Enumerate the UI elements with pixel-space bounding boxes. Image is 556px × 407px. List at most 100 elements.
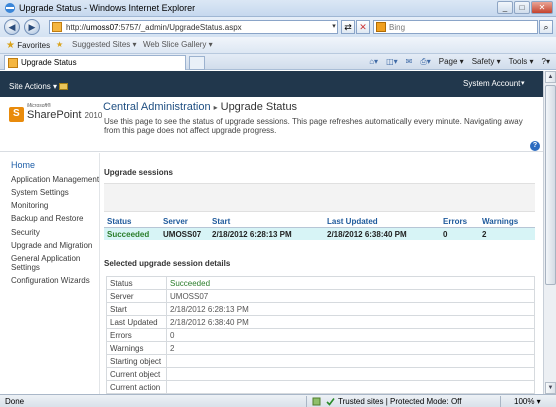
scroll-up-icon[interactable]: ▲ [545,71,556,83]
nav-item-upgrade-migration[interactable]: Upgrade and Migration [11,241,92,250]
nav-item-backup-restore[interactable]: Backup and Restore [11,214,84,223]
detail-row: Starting object [106,354,535,368]
detail-row: Status Succeeded [106,276,535,290]
suggested-sites-link[interactable]: Suggested Sites ▾ [72,40,137,49]
page-menu[interactable]: Page ▾ [439,57,464,67]
detail-key: Current action [106,380,167,394]
favorites-button[interactable]: ★ Favorites [6,40,50,51]
internet-explorer-icon [5,3,15,13]
status-bar: Done Trusted sites | Protected Mode: Off… [0,394,556,407]
detail-key: Current object [106,367,167,381]
favorites-bar: ★ Favorites ★ Suggested Sites ▾ Web Slic… [0,37,556,54]
column-header-last-updated: Last Updated [327,217,378,226]
detail-key: Starting object [106,354,167,368]
status-divider [500,396,501,407]
nav-item-system-settings[interactable]: System Settings [11,188,69,197]
column-header-errors: Errors [443,217,468,226]
close-button[interactable]: ✕ [531,1,553,14]
compatibility-view-icon[interactable]: ⇄ [341,20,355,34]
detail-row: Errors 0 [106,328,535,342]
tab-bar: Upgrade Status ⌂▾ ◫▾ ✉ ⎙▾ Page ▾ Safety … [0,54,556,70]
breadcrumb-central-admin[interactable]: Central Administration [103,101,211,113]
detail-row: Server UMOSS07 [106,289,535,303]
stop-icon[interactable]: ✕ [356,20,370,34]
scroll-down-icon[interactable]: ▼ [545,382,556,394]
session-details-panel: Status Succeeded Server UMOSS07 Start 2/18/… [104,274,537,394]
tools-menu[interactable]: Tools ▾ [509,57,534,67]
window-controls: _ □ ✕ [497,1,553,14]
back-arrow-icon[interactable]: ◀ [4,19,20,35]
forward-arrow-icon[interactable]: ▶ [24,19,40,35]
address-url: http://umoss07:5757/_admin/UpgradeStatus… [66,23,242,32]
session-last-updated: 2/18/2012 6:38:40 PM [327,230,407,239]
nav-item-application-management[interactable]: Application Management [11,175,99,184]
mail-icon[interactable]: ✉ [406,57,413,67]
security-zone-label[interactable]: Trusted sites | Protected Mode: Off [338,397,461,406]
column-header-server: Server [163,217,188,226]
print-icon[interactable]: ⎙▾ [420,57,430,67]
tab-upgrade-status[interactable]: Upgrade Status [4,55,186,70]
search-input[interactable]: Bing [373,20,538,34]
trusted-check-icon [326,398,335,406]
detail-key: Errors [106,328,167,342]
detail-value: UMOSS07 [166,289,535,303]
address-toolbar: ◀ ▶ http://umoss07:5757/_admin/UpgradeSt… [0,17,556,37]
search-icon[interactable]: ⌕ [539,20,553,34]
detail-key: Server [106,289,167,303]
column-header-warnings: Warnings [482,217,519,226]
tab-label: Upgrade Status [21,58,77,67]
session-warnings: 2 [482,230,487,239]
vertical-scrollbar[interactable]: ▲ ▼ [543,71,556,394]
nav-item-general-application-settings[interactable]: General Application Settings [11,254,96,272]
nav-item-security[interactable]: Security [11,228,40,237]
minimize-button[interactable]: _ [497,1,513,14]
safety-menu[interactable]: Safety ▾ [472,57,501,67]
tab-favicon-icon [8,58,18,68]
help-menu[interactable]: ?▾ [542,57,550,67]
session-details-heading: Selected upgrade session details [104,259,231,268]
site-actions-menu[interactable]: Site Actions ▾ [9,82,57,91]
favorites-star-icon: ★ [6,40,15,51]
session-server: UMOSS07 [163,230,202,239]
page-title: Upgrade Status [220,101,298,113]
detail-value [166,354,535,368]
maximize-button[interactable]: □ [514,1,530,14]
address-dropdown-icon[interactable]: ▾ [329,20,339,34]
detail-value [166,380,535,394]
session-start: 2/18/2012 6:28:13 PM [212,230,292,239]
logo-wordmark: SharePoint 2010 [27,109,103,121]
detail-value: Succeeded [166,276,535,290]
detail-key: Start [106,302,167,316]
detail-value: 2 [166,341,535,355]
scroll-thumb[interactable] [545,85,556,285]
detail-value [166,367,535,381]
add-favorites-icon[interactable]: ★ [56,40,63,49]
navigate-up-icon[interactable] [59,83,68,90]
sharepoint-logo-icon [9,107,24,122]
session-status: Succeeded [107,230,150,239]
page-description: Use this page to see the status of upgra… [104,117,523,135]
sharepoint-logo: Microsoft® SharePoint 2010 [9,103,103,125]
address-input[interactable]: http://umoss07:5757/_admin/UpgradeStatus… [49,20,338,34]
security-zone-icon [312,397,321,406]
sessions-info-box [104,183,535,212]
feeds-icon[interactable]: ◫▾ [386,57,398,67]
detail-row: Current action [106,380,535,394]
detail-row: Warnings 2 [106,341,535,355]
chevron-down-icon[interactable]: ▾ [521,79,525,87]
help-icon[interactable]: ? [530,141,540,151]
new-tab-button[interactable] [189,56,205,70]
system-account-menu[interactable]: System Account [463,79,520,88]
status-text: Done [5,397,25,406]
home-icon[interactable]: ⌂▾ [369,57,378,67]
nav-item-home[interactable]: Home [11,161,35,170]
nav-item-monitoring[interactable]: Monitoring [11,201,48,210]
bing-icon [376,22,386,32]
zoom-level[interactable]: 100% ▾ [514,397,541,406]
detail-value: 0 [166,328,535,342]
detail-row: Current object [106,367,535,381]
web-slice-gallery-link[interactable]: Web Slice Gallery ▾ [143,40,213,49]
nav-item-configuration-wizards[interactable]: Configuration Wizards [11,276,90,285]
command-bar: ⌂▾ ◫▾ ✉ ⎙▾ Page ▾ Safety ▾ Tools ▾ ?▾ [369,57,550,67]
page-favicon-icon [52,22,62,32]
